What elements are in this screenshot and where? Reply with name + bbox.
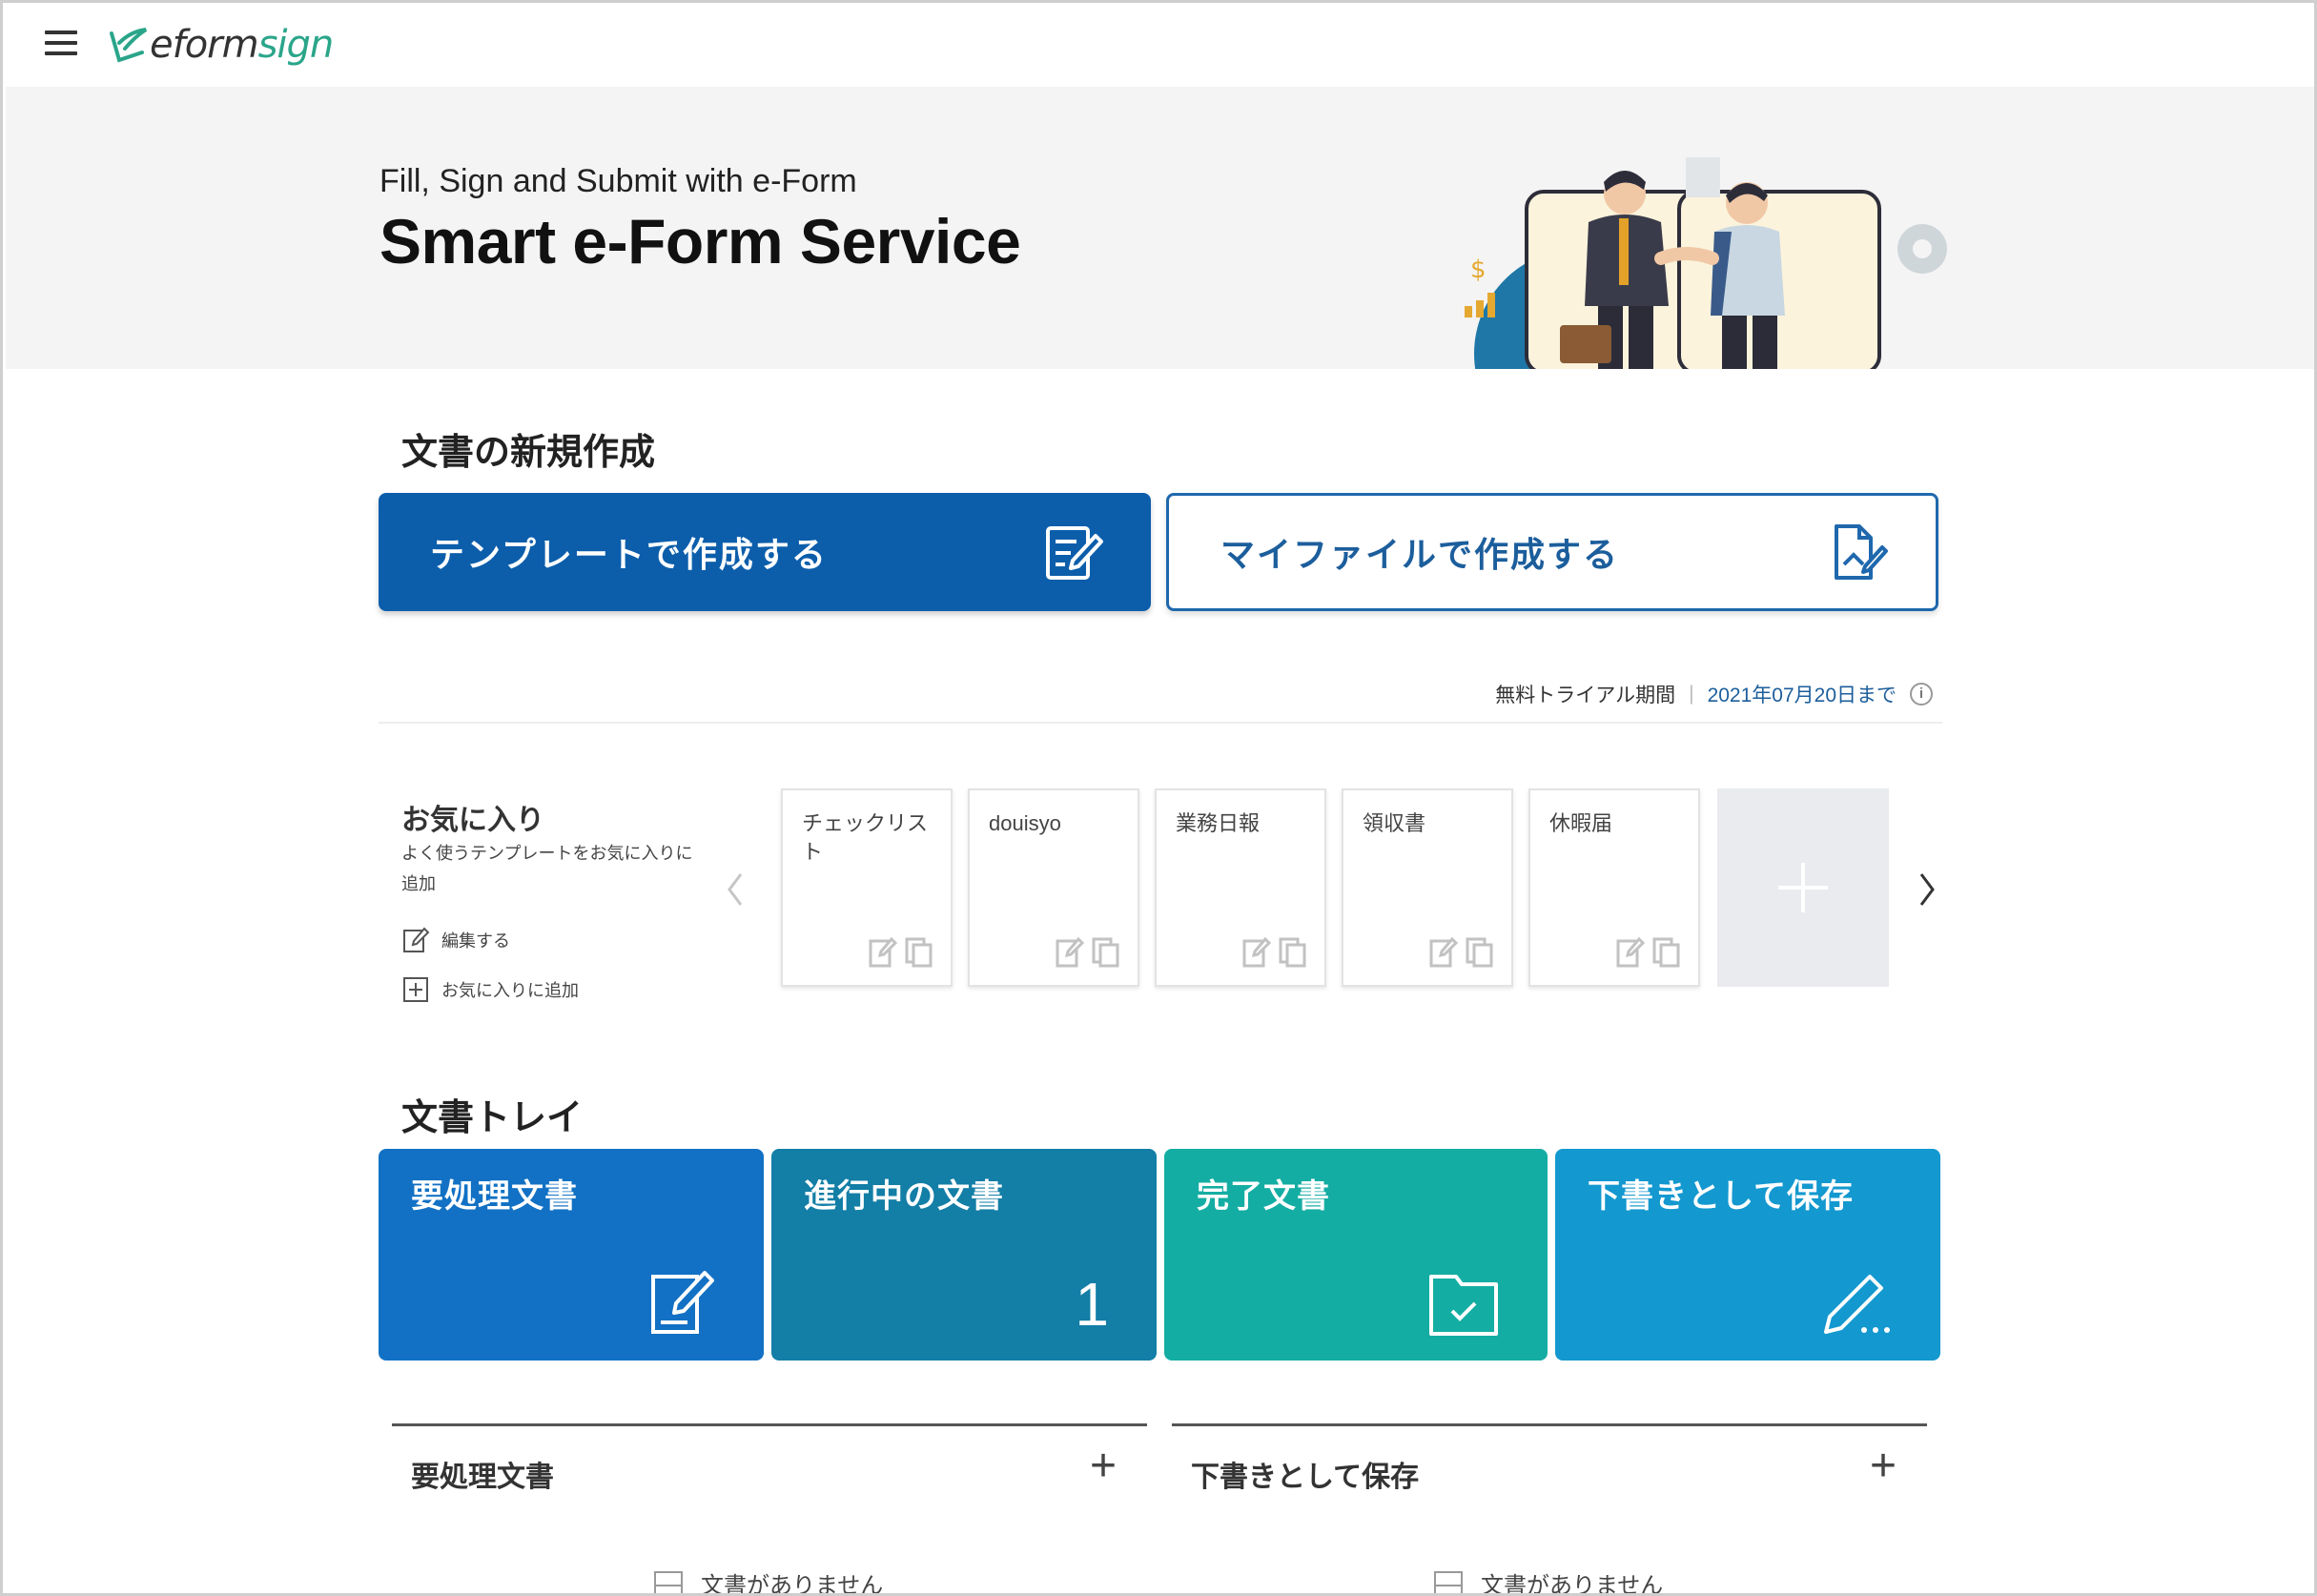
section-divider [379, 722, 1942, 724]
tray-tile-in-progress[interactable]: 進行中の文書 1 [771, 1149, 1157, 1361]
favorites-edit-label: 編集する [441, 931, 510, 951]
logo-mark-icon [110, 28, 148, 63]
favorite-card-name: douisyo [989, 811, 1061, 835]
copy-document-icon[interactable] [1092, 937, 1120, 968]
tray-tile-label: 完了文書 [1197, 1178, 1330, 1215]
menu-icon[interactable] [45, 26, 81, 60]
edit-document-icon [651, 1271, 714, 1334]
upload-file-icon [1835, 524, 1888, 580]
edit-icon [403, 927, 430, 952]
copy-document-icon[interactable] [1652, 937, 1681, 968]
plus-icon [1778, 863, 1828, 912]
brand-name: eformsign [150, 23, 334, 67]
favorites-add-label: お気に入りに追加 [441, 981, 579, 1000]
copy-document-icon[interactable] [905, 937, 933, 968]
favorite-card[interactable]: 領収書 [1342, 788, 1513, 987]
create-section-title: 文書の新規作成 [401, 433, 656, 473]
drafts-expand-button[interactable]: + [1870, 1443, 1897, 1489]
drafts-list-header: 下書きとして保存 + [1172, 1423, 1927, 1500]
favorites-edit-button[interactable]: 編集する [401, 926, 510, 954]
copy-document-icon[interactable] [1466, 937, 1494, 968]
tray-tile-count: 1 [1075, 1270, 1109, 1339]
pencil-draft-icon [1824, 1275, 1890, 1334]
new-document-icon[interactable] [1242, 937, 1271, 968]
create-from-template-label: テンプレートで作成する [430, 535, 828, 574]
empty-tray-icon [654, 1570, 683, 1593]
add-box-icon [403, 977, 428, 1002]
new-document-icon[interactable] [1056, 937, 1084, 968]
todo-expand-button[interactable]: + [1090, 1443, 1117, 1489]
handshake-illustration: $ [1465, 157, 1947, 369]
tray-tile-completed[interactable]: 完了文書 [1164, 1149, 1548, 1361]
favorite-card[interactable]: 業務日報 [1155, 788, 1326, 987]
todo-list-header: 要処理文書 + [392, 1423, 1147, 1500]
favorite-card-name: チェックリスト [802, 811, 929, 864]
favorites-add-button[interactable]: お気に入りに追加 [401, 975, 579, 1004]
new-document-icon[interactable] [1429, 937, 1458, 968]
new-document-icon[interactable] [869, 937, 897, 968]
info-icon[interactable]: i [1910, 683, 1933, 706]
trial-info: 無料トライアル期間 | 2021年07月20日まで i [1495, 680, 1933, 708]
tray-section-title: 文書トレイ [401, 1098, 584, 1138]
empty-message: 文書がありません [701, 1573, 884, 1596]
new-document-icon[interactable] [1616, 937, 1645, 968]
hero-subtitle: Fill, Sign and Submit with e-Form [379, 163, 857, 199]
empty-message: 文書がありません [1481, 1573, 1664, 1596]
favorite-card[interactable]: チェックリスト [781, 788, 953, 987]
favorite-card-name: 休暇届 [1549, 811, 1613, 835]
carousel-next-arrow[interactable] [1908, 861, 1946, 918]
tray-tile-todo[interactable]: 要処理文書 [379, 1149, 764, 1361]
todo-empty-state: 文書がありません [653, 1566, 884, 1596]
create-from-myfile-button[interactable]: マイファイルで作成する [1166, 493, 1938, 611]
svg-text:$: $ [1470, 256, 1487, 284]
folder-check-icon [1429, 1275, 1498, 1336]
favorites-description: よく使うテンプレートをお気に入りに追加 [401, 844, 693, 893]
hero-title: Smart e-Form Service [379, 206, 1021, 276]
drafts-empty-state: 文書がありません [1433, 1566, 1664, 1596]
edit-form-icon [1046, 526, 1103, 580]
todo-list-title: 要処理文書 [411, 1462, 554, 1493]
favorite-card[interactable]: douisyo [968, 788, 1139, 987]
create-from-myfile-label: マイファイルで作成する [1220, 535, 1620, 574]
tray-tile-label: 進行中の文書 [804, 1178, 1004, 1215]
favorite-card-name: 領収書 [1363, 811, 1426, 835]
tray-tile-label: 要処理文書 [411, 1178, 578, 1215]
create-from-template-button[interactable]: テンプレートで作成する [379, 493, 1151, 611]
carousel-prev-arrow[interactable] [716, 861, 754, 918]
hero-banner: Fill, Sign and Submit with e-Form Smart … [6, 87, 2314, 369]
app-window: eformsign Fill, Sign and Submit with e-F… [0, 0, 2317, 1596]
copy-document-icon[interactable] [1279, 937, 1307, 968]
favorite-card-name: 業務日報 [1176, 811, 1261, 835]
tray-tile-drafts[interactable]: 下書きとして保存 [1555, 1149, 1940, 1361]
favorite-card[interactable]: 休暇届 [1528, 788, 1700, 987]
brand-logo[interactable]: eformsign [106, 18, 334, 72]
chevron-left-icon [728, 873, 743, 906]
drafts-list-title: 下書きとして保存 [1191, 1462, 1420, 1493]
chevron-right-icon [1919, 873, 1935, 906]
trial-separator: | [1689, 683, 1694, 705]
add-favorite-card[interactable] [1717, 788, 1889, 987]
empty-tray-icon [1434, 1570, 1463, 1593]
trial-label: 無料トライアル期間 [1495, 685, 1676, 706]
top-bar: eformsign [3, 3, 2314, 87]
trial-end-date: 2021年07月20日まで [1707, 685, 1897, 706]
favorites-title: お気に入り [401, 805, 544, 836]
tray-tile-label: 下書きとして保存 [1588, 1178, 1854, 1215]
